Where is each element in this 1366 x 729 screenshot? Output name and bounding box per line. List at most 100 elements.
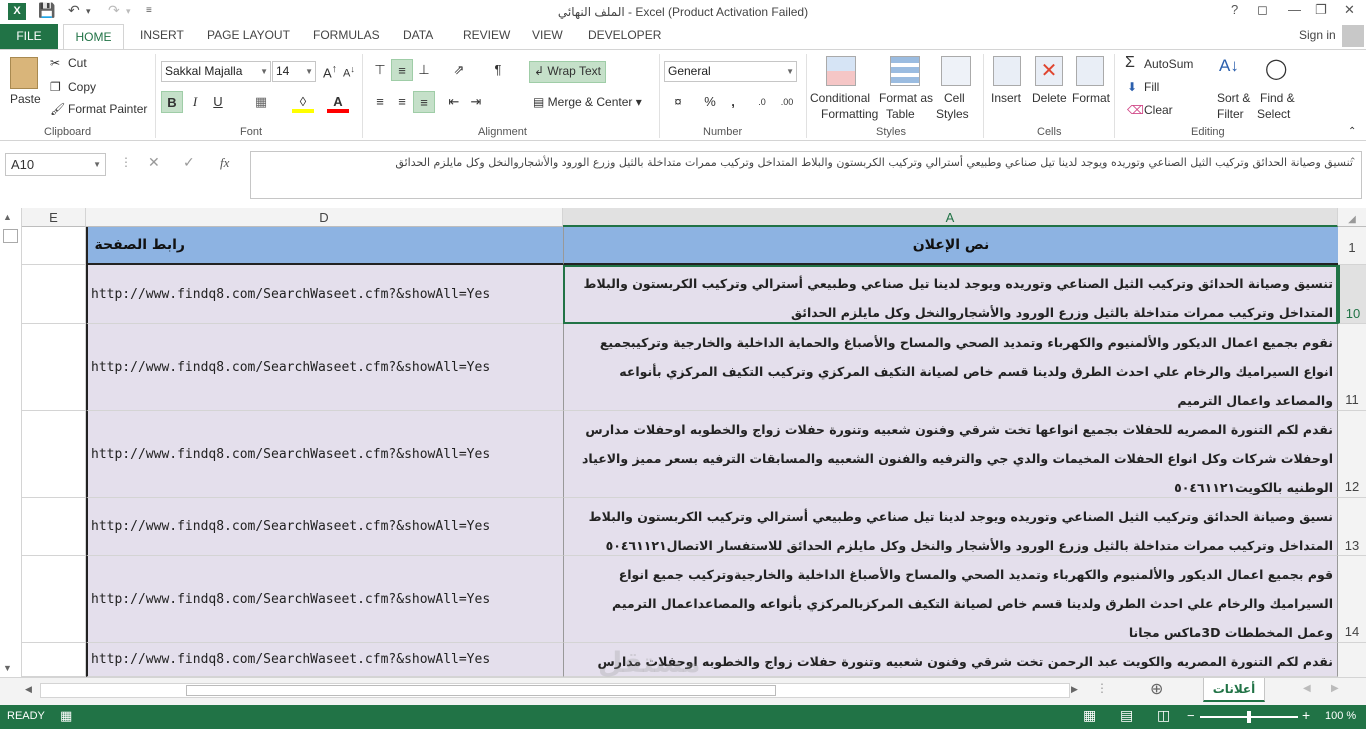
tab-home[interactable]: HOME: [63, 24, 124, 50]
tab-developer[interactable]: DEVELOPER: [588, 28, 661, 42]
comma-button[interactable]: ,: [722, 91, 744, 113]
ad-text-cell-11[interactable]: نقوم بجميع اعمال الديكور والألمنيوم والك…: [563, 324, 1338, 411]
tab-review[interactable]: REVIEW: [463, 28, 510, 42]
conditional-formatting-button[interactable]: Conditional: [810, 91, 870, 105]
align-center-icon[interactable]: ≡: [391, 91, 413, 113]
tab-view[interactable]: VIEW: [532, 28, 563, 42]
normal-view-icon[interactable]: ▦: [1083, 707, 1096, 724]
cell-e10[interactable]: [22, 265, 86, 324]
horizontal-scroll-thumb[interactable]: [186, 685, 776, 696]
increase-decimal-icon[interactable]: .0: [751, 91, 773, 113]
borders-icon[interactable]: ▦: [250, 91, 272, 113]
url-cell-13[interactable]: http://www.findq8.com/SearchWaseet.cfm?&…: [86, 498, 563, 556]
zoom-out-icon[interactable]: −: [1187, 708, 1195, 723]
row-header-12[interactable]: 12: [1338, 411, 1366, 498]
split-handle-icon[interactable]: ⋮: [1096, 681, 1108, 695]
bold-button[interactable]: B: [161, 91, 183, 113]
tab-formulas[interactable]: FORMULAS: [313, 28, 380, 42]
horizontal-scrollbar[interactable]: [40, 683, 1070, 698]
currency-icon[interactable]: ¤: [667, 91, 689, 113]
cell-styles-label2[interactable]: Styles: [936, 107, 969, 121]
percent-button[interactable]: %: [699, 91, 721, 113]
row-header-10[interactable]: 10: [1338, 265, 1366, 324]
ribbon-display-icon[interactable]: ◻: [1257, 2, 1268, 18]
cut-button[interactable]: Cut: [68, 56, 87, 70]
paste-button[interactable]: Paste: [10, 92, 41, 106]
font-name-select[interactable]: Sakkal Majalla ▼: [161, 61, 271, 82]
format-button[interactable]: Format: [1072, 91, 1110, 105]
zoom-in-icon[interactable]: +: [1302, 707, 1310, 723]
url-cell-10[interactable]: http://www.findq8.com/SearchWaseet.cfm?&…: [86, 265, 563, 324]
rtl-direction-icon[interactable]: ¶: [487, 59, 509, 81]
scroll-up-icon[interactable]: ▲: [3, 212, 12, 222]
fill-icon[interactable]: ⬇: [1127, 80, 1137, 94]
copy-button[interactable]: Copy: [68, 80, 96, 94]
expand-formula-icon[interactable]: ⌃: [1349, 156, 1357, 167]
underline-button[interactable]: U: [207, 91, 229, 113]
macro-record-icon[interactable]: ▦: [60, 708, 72, 724]
page-layout-view-icon[interactable]: ▤: [1120, 707, 1133, 724]
cell-e15[interactable]: [22, 643, 86, 677]
page-break-view-icon[interactable]: ◫: [1157, 707, 1170, 724]
zoom-slider-thumb[interactable]: [1247, 711, 1251, 723]
conditional-formatting-label2[interactable]: Formatting: [821, 107, 878, 121]
column-header-e[interactable]: E: [22, 208, 86, 227]
decrease-indent-icon[interactable]: ⇤: [443, 91, 465, 113]
clear-icon[interactable]: ⌫: [1127, 103, 1144, 117]
sheet-tab-ads[interactable]: أعلانات: [1203, 678, 1265, 702]
restore-icon[interactable]: ❐: [1315, 2, 1327, 18]
sheet-nav-left-icon[interactable]: ◀: [1303, 683, 1311, 694]
row-header-13[interactable]: 13: [1338, 498, 1366, 556]
cell-e12[interactable]: [22, 411, 86, 498]
cancel-entry-icon[interactable]: ✕: [148, 154, 160, 171]
insert-function-button[interactable]: fx: [220, 155, 229, 171]
paste-icon[interactable]: [10, 57, 38, 89]
avatar[interactable]: [1342, 25, 1364, 47]
tab-file[interactable]: FILE: [0, 24, 58, 49]
delete-button[interactable]: Delete: [1032, 91, 1067, 105]
url-cell-12[interactable]: http://www.findq8.com/SearchWaseet.cfm?&…: [86, 411, 563, 498]
formula-input[interactable]: تنسيق وصيانة الحدائق وتركيب الثيل الصناع…: [250, 151, 1362, 199]
increase-indent-icon[interactable]: ⇥: [465, 91, 487, 113]
ad-text-cell-13[interactable]: نسيق وصيانة الحدائق وتركيب الثيل الصناعي…: [563, 498, 1338, 556]
zoom-level[interactable]: 100 %: [1325, 710, 1356, 722]
number-format-select[interactable]: General ▼: [664, 61, 797, 82]
wrap-text-button[interactable]: ↲ Wrap Text: [529, 61, 606, 83]
name-box[interactable]: A10 ▼: [5, 153, 106, 176]
url-cell-11[interactable]: http://www.findq8.com/SearchWaseet.cfm?&…: [86, 324, 563, 411]
align-left-icon[interactable]: ≡: [369, 91, 391, 113]
header-cell-ad-text[interactable]: نص الإعلان: [563, 227, 1338, 265]
sheet-nav-right-icon[interactable]: ▶: [1331, 683, 1339, 694]
scroll-right-icon[interactable]: ▶: [1071, 684, 1078, 695]
row-header-11[interactable]: 11: [1338, 324, 1366, 411]
format-as-table-label2[interactable]: Table: [886, 107, 915, 121]
column-header-d[interactable]: D: [86, 208, 563, 227]
url-cell-14[interactable]: http://www.findq8.com/SearchWaseet.cfm?&…: [86, 556, 563, 643]
grow-font-icon[interactable]: A↑: [323, 63, 337, 80]
tab-data[interactable]: DATA: [403, 28, 433, 42]
clear-button[interactable]: Clear: [1144, 103, 1173, 117]
vertical-scroll-thumb[interactable]: [3, 229, 18, 243]
sort-filter-button[interactable]: Sort &: [1217, 91, 1250, 105]
align-right-icon[interactable]: ≡: [413, 91, 435, 113]
cell-e13[interactable]: [22, 498, 86, 556]
merge-center-button[interactable]: ▤ Merge & Center ▾: [533, 95, 642, 109]
cell-styles-button[interactable]: Cell: [944, 91, 965, 105]
copy-icon[interactable]: ❐: [50, 80, 61, 94]
sort-filter-label2[interactable]: Filter: [1217, 107, 1244, 121]
format-painter-button[interactable]: Format Painter: [68, 102, 147, 116]
align-top-icon[interactable]: ⊤: [369, 59, 391, 81]
insert-button[interactable]: Insert: [991, 91, 1021, 105]
row-header-14[interactable]: 14: [1338, 556, 1366, 643]
scroll-left-icon[interactable]: ◀: [25, 684, 32, 695]
font-color-icon[interactable]: A: [327, 91, 349, 113]
fill-color-icon[interactable]: ◊: [292, 91, 314, 113]
sign-in-link[interactable]: Sign in: [1299, 28, 1336, 42]
header-cell-url[interactable]: رابط الصفحة: [86, 227, 563, 265]
column-header-a[interactable]: A: [563, 208, 1338, 227]
close-icon[interactable]: ✕: [1344, 2, 1355, 18]
minimize-icon[interactable]: —: [1288, 2, 1301, 17]
find-select-button[interactable]: Find &: [1260, 91, 1295, 105]
find-select-label2[interactable]: Select: [1257, 107, 1290, 121]
decrease-decimal-icon[interactable]: .00: [776, 91, 798, 113]
